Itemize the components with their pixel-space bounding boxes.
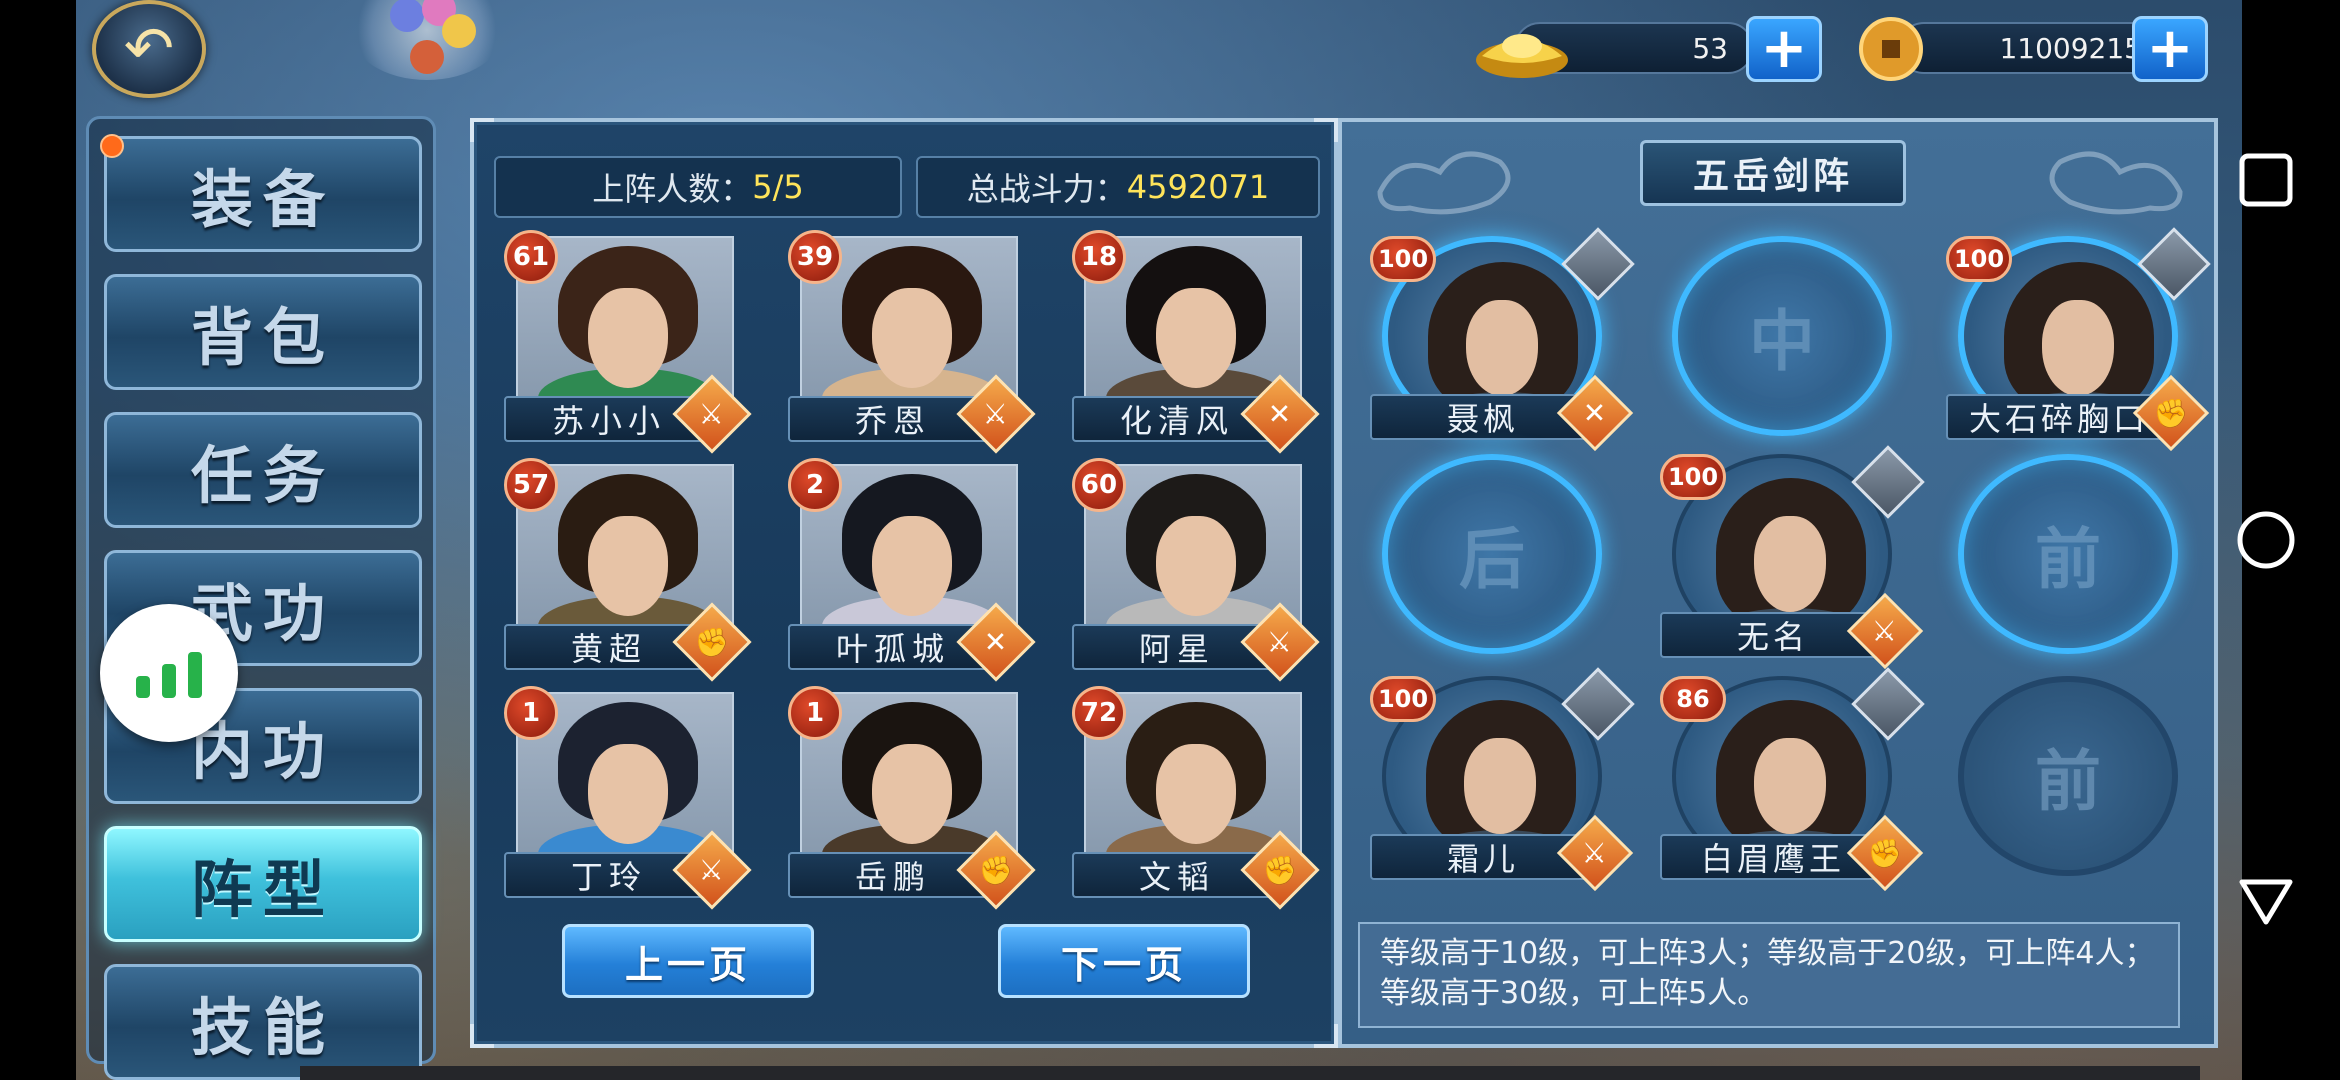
power-value: 4592071	[1126, 168, 1270, 206]
level-badge: 57	[504, 458, 558, 512]
hero-card[interactable]: 黄超 57 ✊	[504, 458, 752, 682]
coin-value: 11009215	[1898, 22, 2168, 74]
level-badge: 61	[504, 230, 558, 284]
level-badge: 100	[1370, 236, 1436, 282]
hero-card[interactable]: 丁玲 1 ⚔	[504, 686, 752, 910]
bottom-edge	[300, 1066, 2200, 1080]
cloud-ornament-icon	[2049, 151, 2183, 215]
signal-bar	[162, 664, 176, 698]
level-badge: 39	[788, 230, 842, 284]
back-nav-icon[interactable]	[2236, 870, 2296, 930]
deploy-rule-text: 等级高于10级，可上阵3人；等级高于20级，可上阵4人；等级高于30级，可上阵5…	[1358, 922, 2180, 1028]
tab-6[interactable]: 技能	[104, 964, 422, 1080]
hero-card[interactable]: 阿星 60 ⚔	[1072, 458, 1320, 682]
network-signal-button[interactable]	[100, 604, 238, 742]
back-button[interactable]: ↶	[92, 0, 206, 98]
level-badge: 100	[1660, 454, 1726, 500]
hero-card[interactable]: 乔恩 39 ⚔	[788, 230, 1036, 454]
tab-5[interactable]: 阵型	[104, 826, 422, 942]
hero-card[interactable]: 文韬 72 ✊	[1072, 686, 1320, 910]
hero-card[interactable]: 苏小小 61 ⚔	[504, 230, 752, 454]
empty-formation-slot[interactable]: 中	[1672, 236, 1892, 436]
formation-title: 五岳剑阵	[1640, 140, 1906, 206]
tab-0[interactable]: 装备	[104, 136, 422, 252]
level-badge: 100	[1370, 676, 1436, 722]
formation-hero[interactable]: 100 霜儿 ⚔	[1370, 667, 1635, 892]
hero-card[interactable]: 化清风 18 ✕	[1072, 230, 1320, 454]
power-label: 总战斗力：	[966, 170, 1127, 208]
formation-hero[interactable]: 100 聂枫 ✕	[1370, 227, 1635, 452]
signal-bar	[136, 676, 150, 698]
recent-apps-icon[interactable]	[2236, 150, 2296, 210]
formation-hero[interactable]: 100 无名 ⚔	[1660, 445, 1925, 670]
tab-1[interactable]: 背包	[104, 274, 422, 390]
level-badge: 72	[1072, 686, 1126, 740]
level-badge: 100	[1946, 236, 2012, 282]
next-page-button[interactable]: 下一页	[998, 924, 1250, 998]
tab-2[interactable]: 任务	[104, 412, 422, 528]
gold-ingot-icon	[1476, 34, 1568, 78]
left-letterbox	[0, 0, 76, 1080]
level-badge: 1	[504, 686, 558, 740]
hero-card[interactable]: 岳鹏 1 ✊	[788, 686, 1036, 910]
level-badge: 2	[788, 458, 842, 512]
deployed-label: 上阵人数：	[592, 170, 753, 208]
notification-dot	[100, 134, 124, 158]
level-badge: 60	[1072, 458, 1126, 512]
empty-formation-slot[interactable]: 前	[1958, 454, 2178, 654]
formation-hero[interactable]: 100 大石碎胸口 ✊	[1946, 227, 2211, 452]
level-badge: 1	[788, 686, 842, 740]
prev-page-button[interactable]: 上一页	[562, 924, 814, 998]
cloud-ornament-icon	[1377, 151, 1511, 215]
home-icon[interactable]	[2236, 510, 2296, 570]
empty-formation-slot[interactable]: 前	[1958, 676, 2178, 876]
copper-coin-icon	[1859, 17, 1923, 81]
add-coin-button[interactable]: +	[2132, 16, 2208, 82]
hero-card[interactable]: 叶孤城 2 ✕	[788, 458, 1036, 682]
level-badge: 86	[1660, 676, 1726, 722]
empty-formation-slot[interactable]: 后	[1382, 454, 1602, 654]
formation-hero[interactable]: 86 白眉鹰王 ✊	[1660, 667, 1925, 892]
add-gold-button[interactable]: +	[1746, 16, 1822, 82]
signal-bar	[188, 652, 202, 698]
level-badge: 18	[1072, 230, 1126, 284]
total-power: 总战斗力： 4592071	[916, 156, 1320, 218]
deployed-value: 5/5	[752, 168, 804, 206]
deployed-count: 上阵人数： 5/5	[494, 156, 902, 218]
back-arrow-icon: ↶	[123, 14, 175, 84]
